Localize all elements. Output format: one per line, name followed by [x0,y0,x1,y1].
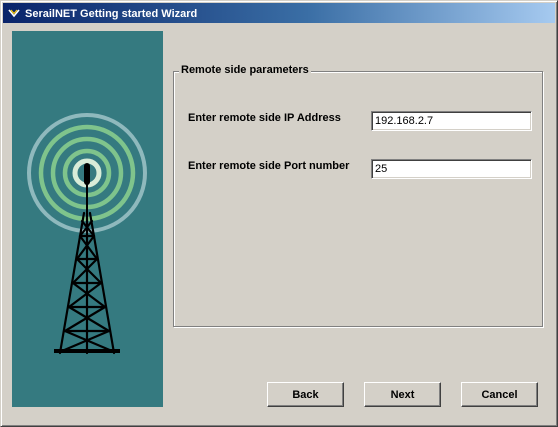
cancel-button[interactable]: Cancel [461,382,538,407]
ip-address-label: Enter remote side IP Address [188,112,341,124]
group-legend: Remote side parameters [179,63,311,77]
title-bar[interactable]: SerailNET Getting started Wizard [3,3,555,23]
app-icon[interactable] [7,6,21,20]
port-number-label: Enter remote side Port number [188,160,350,172]
remote-parameters-group [173,71,543,327]
ip-address-input[interactable] [371,111,532,131]
wizard-banner [12,31,163,407]
wizard-window: SerailNET Getting started Wizard Remote … [0,0,558,427]
window-title: SerailNET Getting started Wizard [25,7,198,20]
back-button[interactable]: Back [267,382,344,407]
radio-tower-icon [27,113,147,355]
port-number-input[interactable] [371,159,532,179]
next-button[interactable]: Next [364,382,441,407]
